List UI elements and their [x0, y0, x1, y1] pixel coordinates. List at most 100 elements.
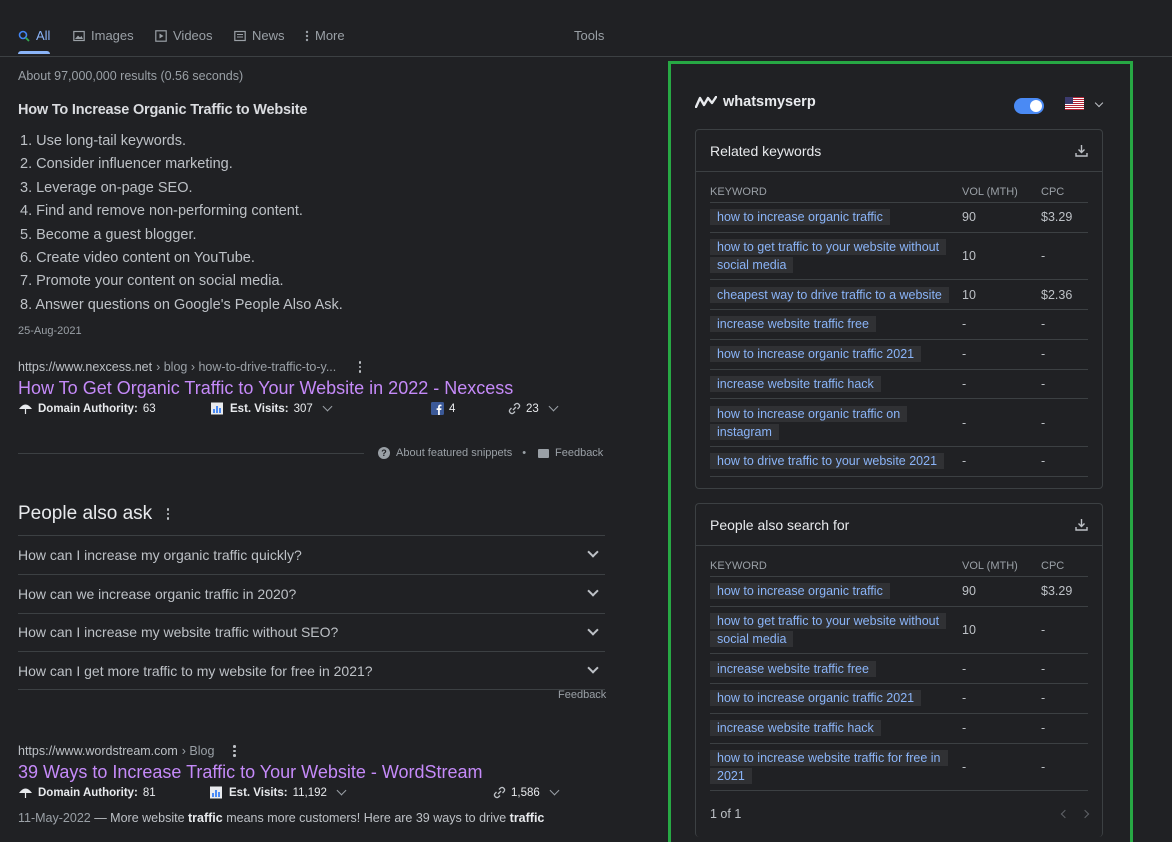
cpc-value: $3.29: [1041, 210, 1073, 225]
volume-value: -: [962, 691, 967, 706]
more-options-icon[interactable]: [232, 745, 236, 757]
result-title-link[interactable]: 39 Ways to Increase Traffic to Your Webs…: [18, 762, 606, 783]
result-stats: About 97,000,000 results (0.56 seconds): [18, 69, 244, 83]
table-row: how to increase website traffic for free…: [710, 744, 1088, 792]
keyword-link[interactable]: how to increase organic traffic: [710, 583, 890, 600]
result-title-link[interactable]: How To Get Organic Traffic to Your Websi…: [18, 378, 606, 399]
visits-label: Est. Visits:: [229, 786, 288, 799]
chevron-down-icon[interactable]: [1094, 98, 1104, 108]
keyword-link[interactable]: increase website traffic hack: [710, 720, 881, 737]
backlinks[interactable]: 1,586: [493, 785, 560, 799]
da-value: 63: [142, 402, 156, 415]
keyword-link[interactable]: increase website traffic free: [710, 660, 876, 677]
paa-question[interactable]: How can I increase my website traffic wi…: [18, 612, 605, 652]
list-item: 7. Promote your content on social media.: [20, 273, 284, 290]
whatsmyserp-panel: whatsmyserp Related keywords KEYWORD VOL…: [668, 61, 1133, 842]
volume-value: 90: [962, 210, 976, 225]
da-label: Domain Authority:: [38, 402, 138, 415]
cpc-value: -: [1041, 317, 1046, 332]
help-icon: ?: [378, 447, 390, 459]
paa-feedback-link[interactable]: Feedback: [558, 689, 606, 701]
result-url[interactable]: https://www.nexcess.net › blog › how-to-…: [18, 360, 606, 374]
paa-question[interactable]: How can I get more traffic to my website…: [18, 651, 605, 691]
us-flag-icon: [1065, 97, 1084, 110]
tab-more[interactable]: More: [305, 28, 345, 43]
tab-videos[interactable]: Videos: [155, 28, 213, 43]
box-title: People also search for: [710, 516, 850, 533]
column-header: VOL (MTH): [962, 560, 1018, 572]
column-header: KEYWORD: [710, 560, 767, 572]
da-value: 81: [142, 786, 156, 799]
cpc-value: $3.29: [1041, 584, 1073, 599]
keyword-link[interactable]: how to increase organic traffic 2021: [710, 346, 922, 363]
table-row: how to drive traffic to your website 202…: [710, 447, 1088, 477]
more-options-icon[interactable]: [166, 508, 170, 520]
paa-question[interactable]: How can we increase organic traffic in 2…: [18, 573, 605, 613]
feedback-link[interactable]: Feedback: [538, 447, 603, 459]
snippet-date: 25-Aug-2021: [18, 325, 82, 337]
fb-value: 4: [449, 402, 456, 415]
tools-button[interactable]: Tools: [574, 28, 604, 43]
keyword-link[interactable]: cheapest way to drive traffic to a websi…: [710, 286, 949, 303]
table-row: how to increase organic traffic 2021 - -: [710, 340, 1088, 370]
extension-toggle[interactable]: [1014, 98, 1044, 114]
volume-value: -: [962, 759, 967, 774]
est-visits[interactable]: Est. Visits: 307: [210, 401, 333, 415]
url-domain: https://www.wordstream.com: [18, 744, 178, 758]
chevron-left-icon[interactable]: [1060, 809, 1070, 819]
result-url[interactable]: https://www.wordstream.com › Blog: [18, 744, 606, 758]
keyword-link[interactable]: how to drive traffic to your website 202…: [710, 453, 945, 470]
keyword-table: KEYWORD VOL (MTH) CPC how to increase or…: [696, 172, 1102, 488]
about-featured-snippets-link[interactable]: ? About featured snippets •: [378, 447, 526, 459]
paa-title: People also ask: [18, 503, 153, 524]
keyword-link[interactable]: how to increase organic traffic 2021: [710, 690, 922, 707]
paa-question[interactable]: How can I increase my organic traffic qu…: [18, 535, 605, 574]
volume-value: -: [962, 415, 967, 430]
pagination: 1 of 1: [696, 791, 1102, 837]
domain-authority: Domain Authority: 81: [18, 786, 156, 799]
chevron-right-icon[interactable]: [1080, 809, 1090, 819]
umbrella-icon: [19, 788, 32, 798]
url-path: › Blog: [181, 744, 215, 758]
feedback-icon: [538, 448, 549, 458]
tab-all[interactable]: All: [18, 28, 51, 54]
da-label: Domain Authority:: [38, 786, 138, 799]
url-domain: https://www.nexcess.net: [18, 360, 153, 374]
links-value: 23: [526, 402, 539, 415]
cpc-value: -: [1041, 661, 1046, 676]
volume-value: -: [962, 377, 967, 392]
est-visits[interactable]: Est. Visits: 11,192: [209, 785, 347, 799]
country-select[interactable]: [1065, 97, 1084, 110]
cpc-value: -: [1041, 415, 1046, 430]
list-item: 3. Leverage on-page SEO.: [20, 179, 193, 196]
list-item: 2. Consider influencer marketing.: [20, 156, 233, 173]
divider: [18, 453, 364, 454]
visits-label: Est. Visits:: [230, 402, 289, 415]
keyword-link[interactable]: how to get traffic to your website witho…: [710, 239, 947, 274]
keyword-link[interactable]: increase website traffic free: [710, 316, 876, 333]
question-text: How can I increase my organic traffic qu…: [18, 546, 302, 563]
keyword-link[interactable]: how to increase organic traffic: [710, 209, 890, 226]
keyword-link[interactable]: how to get traffic to your website witho…: [710, 613, 947, 648]
snippet-text: — More website: [90, 811, 188, 825]
people-also-search-box: People also search for KEYWORD VOL (MTH)…: [695, 503, 1103, 838]
volume-value: -: [962, 317, 967, 332]
keyword-link[interactable]: how to increase organic traffic on insta…: [710, 405, 908, 440]
table-header: KEYWORD VOL (MTH) CPC: [710, 172, 1088, 203]
download-icon[interactable]: [1075, 518, 1088, 531]
tab-label: Videos: [173, 28, 213, 43]
backlinks[interactable]: 23: [508, 401, 559, 415]
more-options-icon[interactable]: [358, 361, 362, 373]
tab-news[interactable]: News: [234, 28, 285, 43]
page-arrows: [1060, 809, 1090, 819]
image-icon: [73, 30, 85, 41]
keyword-link[interactable]: how to increase website traffic for free…: [710, 749, 948, 784]
chevron-down-icon: [587, 624, 599, 636]
related-keywords-box: Related keywords KEYWORD VOL (MTH) CPC h…: [695, 129, 1103, 489]
keyword-link[interactable]: increase website traffic hack: [710, 376, 881, 393]
download-icon[interactable]: [1075, 144, 1088, 157]
chevron-down-icon: [587, 546, 599, 559]
volume-value: 10: [962, 623, 976, 638]
tab-images[interactable]: Images: [73, 28, 134, 43]
